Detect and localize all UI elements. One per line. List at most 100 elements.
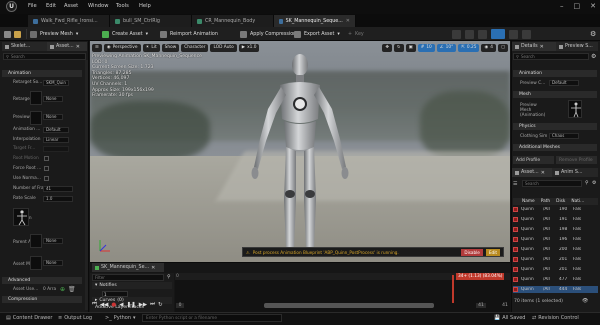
mesh-mode-icon[interactable] [465,29,474,39]
scale-snap-button[interactable]: ⇱ 0.25 [458,43,480,52]
asset-list-row[interactable]: Quinn/All 444 Fals [513,286,598,293]
settings-icon[interactable]: ⚙ [592,180,596,186]
step-back-icon[interactable]: ◀◀ [100,302,108,308]
step-forward-icon[interactable]: ▶▶ [139,302,147,308]
column-header-disk[interactable]: Disk [556,199,565,204]
maximize-viewport-icon[interactable]: ▢ [497,43,508,52]
asset-list-row[interactable]: Quinn/All 200 Fals [513,246,598,253]
close-icon[interactable]: ✕ [590,2,596,10]
mannequin-character[interactable] [240,49,360,262]
viewport-character-button[interactable]: Character [181,43,209,52]
edit-post-process-button[interactable]: Edit [485,248,500,256]
section-additional-meshes[interactable]: Additional Meshes [513,144,597,151]
add-profile-button[interactable]: Add Profile [513,156,554,164]
export-asset-button[interactable]: Export Asset ▾ [294,29,340,39]
delete-icon[interactable]: 🗑 [68,286,76,293]
asset-list-row[interactable]: Quinn/All 191 Fals [513,216,598,223]
search-icon[interactable]: ⚲ [167,274,171,280]
skip-to-start-icon[interactable]: ⏮ [92,301,97,308]
asset-list-row[interactable]: Quinn/All 190 Fals [513,206,598,213]
section-mesh[interactable]: Mesh [513,91,597,98]
reimport-animation-button[interactable]: Reimport Animation [160,29,218,39]
tab-details[interactable]: Details ✕ [512,42,556,51]
asset-list-row[interactable]: Quinn/All 196 Fals [513,236,598,243]
column-header-path[interactable]: Path [541,199,550,204]
track-notifies[interactable]: ▾ Notifies [92,282,172,289]
parent-asset-dropdown[interactable]: None [43,238,63,244]
details-search-input[interactable]: ⚲ Search [3,53,86,60]
tab-anim-slot[interactable]: Anim S... [552,168,598,177]
close-tab-icon[interactable]: ✕ [346,18,350,24]
browse-button[interactable] [14,29,21,39]
maximize-icon[interactable]: □ [574,2,581,10]
force-root-lock-checkbox[interactable] [44,166,49,171]
close-tab-icon[interactable]: ✕ [541,170,545,176]
section-physics[interactable]: Physics [513,123,597,130]
revision-control-button[interactable]: ⇄ Revision Control [532,315,579,321]
animation-mode-icon[interactable] [478,29,487,39]
tab-asset-browser[interactable]: Asset... ✕ [512,168,552,177]
skip-to-end-icon[interactable]: ⏭ [150,301,155,308]
asset-search-input[interactable]: Search [522,180,582,187]
tab-asset-details[interactable]: Asset... ✕ [47,42,87,51]
save-button[interactable] [4,29,11,39]
unreal-logo-icon[interactable]: U [6,1,17,12]
asset-list-row[interactable]: Quinn/All 198 Fals [513,226,598,233]
preview-mesh-thumbnail[interactable] [568,100,582,118]
root-motion-checkbox[interactable] [44,156,49,161]
key-button[interactable]: + Key [348,29,364,39]
rotation-snap-button[interactable]: ∠ 10° [436,43,457,52]
tab-bull-sm-ctrlrig[interactable]: bull_SM_CtrlRig [110,15,192,27]
python-command-input[interactable]: Enter Python script or a filename [142,314,282,322]
close-tab-icon[interactable]: ✕ [540,44,544,50]
viewport-show-button[interactable]: Show [161,43,180,52]
pause-icon[interactable]: ❚❚ [126,302,135,308]
section-animation[interactable]: Animation [2,70,82,77]
timeline-scrollbar-thumb[interactable] [264,302,434,308]
column-header-native[interactable]: Nati... [571,199,584,204]
menu-tools[interactable]: Tools [116,3,129,9]
column-header-name[interactable]: Name [522,199,535,204]
physics-mode-icon[interactable] [522,29,531,39]
disable-post-process-button[interactable]: Disable [461,248,483,256]
menu-asset[interactable]: Asset [64,3,78,9]
play-reverse-icon[interactable]: ◀ [119,302,123,308]
timeline-filter-input[interactable]: Filter [92,274,164,281]
rate-scale-input[interactable]: 1.0 [43,196,73,202]
blueprint-mode-icon[interactable] [509,29,518,39]
clothing-sim-dropdown[interactable]: Chaos [549,133,579,139]
viewport-lod-button[interactable]: LOD Auto [210,43,237,52]
menu-edit[interactable]: Edit [46,3,56,9]
record-icon[interactable]: ● [111,302,116,308]
sequence-mode-icon[interactable] [491,29,505,39]
viewport-playback-speed-button[interactable]: ▶ x1.0 [238,43,260,52]
use-normalized-checkbox[interactable] [44,176,49,181]
retarget-source-dropdown[interactable]: SKM_Quin [43,80,69,86]
translate-tool-icon[interactable]: ✥ [382,43,393,52]
preview-mesh-button[interactable]: Preview Mesh ▾ [30,29,78,39]
cmd-type-dropdown[interactable]: >_ Python ▾ [105,315,136,321]
section-advanced[interactable]: Advanced [2,277,82,284]
rotate-tool-icon[interactable]: ↻ [394,43,404,52]
output-log-button[interactable]: ≡ Output Log [58,315,92,321]
retarget-source-asset-dropdown[interactable]: None [43,96,63,102]
tab-walk-fwd-rifle[interactable]: Walk_Fwd_Rifle_Ironsi... [28,15,110,27]
menu-file[interactable]: File [28,3,37,9]
tab-cr-mannequin-body[interactable]: CR_Mannequin_Body [192,15,274,27]
loop-icon[interactable]: ↻ [158,302,163,308]
range-start-value[interactable]: 0 [176,302,184,308]
content-drawer-button[interactable]: ▤ Content Drawer [6,315,52,321]
filter-icon[interactable]: ☰ [513,180,519,187]
settings-icon[interactable]: ⚙ [591,53,596,60]
animation-track-dropdown[interactable]: Default [43,127,69,133]
menu-help[interactable]: Help [139,3,151,9]
section-animation-preview[interactable]: Animation [513,70,597,77]
preview-controller-dropdown[interactable]: Default [549,80,579,86]
settings-icon[interactable]: ⚙ [590,30,596,38]
right-search-input[interactable]: ⚲ Search [513,53,589,60]
timeline-scrub-bar[interactable]: 0 41 41 [176,301,510,309]
create-asset-button[interactable]: Create Asset ▾ [102,29,148,39]
track-notify-1[interactable]: 1 [92,290,172,297]
asset-list-row[interactable]: Quinn/All 477 Fals [513,276,598,283]
scale-tool-icon[interactable]: ▣ [405,43,416,52]
